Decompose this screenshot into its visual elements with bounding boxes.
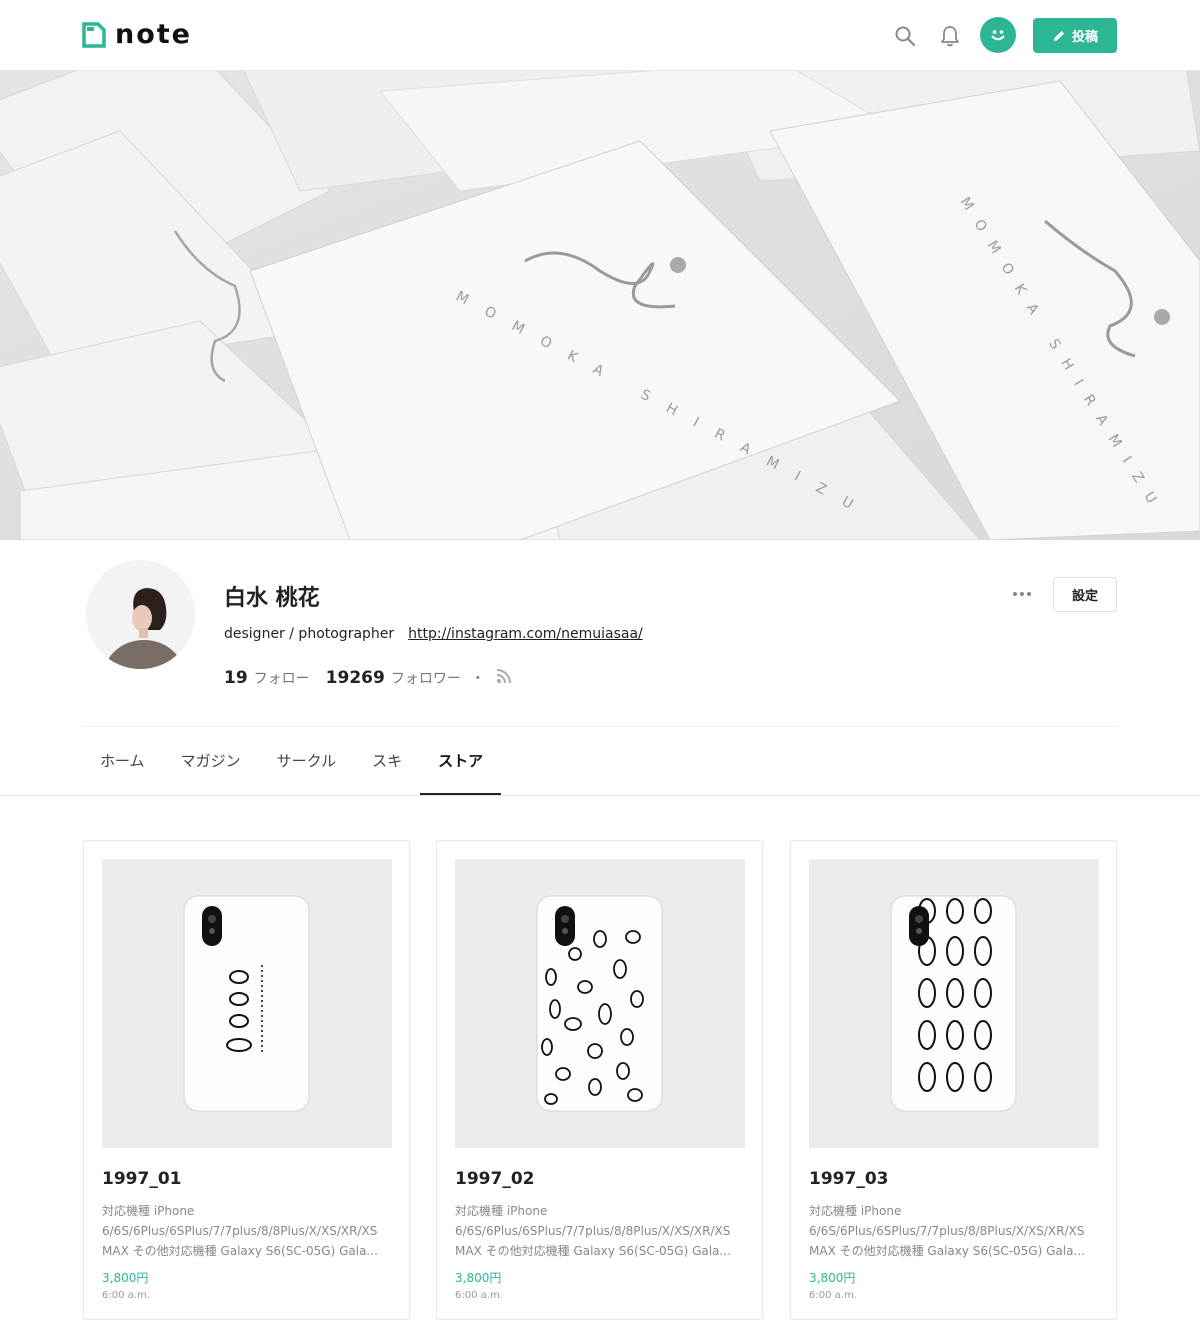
product-card[interactable]: 1997_03 対応機種 iPhone 6/6S/6Plus/6SPlus/7/… bbox=[790, 840, 1117, 1320]
follow-label[interactable]: フォロー bbox=[254, 668, 310, 688]
note-logo-icon bbox=[82, 22, 106, 48]
tab-store[interactable]: ストア bbox=[420, 740, 502, 795]
product-description: 対応機種 iPhone 6/6S/6Plus/6SPlus/7/7plus/8/… bbox=[809, 1204, 1085, 1258]
post-button[interactable]: 投稿 bbox=[1033, 18, 1117, 53]
product-title[interactable]: 1997_02 bbox=[455, 1169, 534, 1189]
profile-divider bbox=[82, 726, 1118, 727]
pencil-icon bbox=[1053, 30, 1064, 41]
tabs-divider bbox=[0, 795, 1200, 796]
profile-bio: designer / photographer http://instagram… bbox=[224, 626, 643, 642]
product-time: 6:00 a.m. bbox=[102, 1290, 150, 1301]
product-time: 6:00 a.m. bbox=[455, 1290, 503, 1301]
product-card[interactable]: 1997_01 対応機種 iPhone 6/6S/6Plus/6SPlus/7/… bbox=[83, 840, 410, 1320]
logo-text: note bbox=[115, 19, 192, 50]
post-button-label: 投稿 bbox=[1071, 30, 1098, 45]
product-description: 対応機種 iPhone 6/6S/6Plus/6SPlus/7/7plus/8/… bbox=[102, 1204, 378, 1258]
product-time: 6:00 a.m. bbox=[809, 1290, 857, 1301]
stats-separator: ・ bbox=[470, 671, 485, 687]
product-image[interactable] bbox=[102, 859, 392, 1148]
user-avatar-button[interactable] bbox=[980, 17, 1016, 53]
profile-tabs: ホーム マガジン サークル スキ ストア bbox=[82, 740, 502, 795]
follower-count[interactable]: 19269 bbox=[326, 668, 385, 688]
cover-image: MOMOKA SHIRAMIZU MOMOKA SHIRAMIZU bbox=[0, 71, 1200, 540]
product-price: 3,800円 bbox=[102, 1271, 149, 1285]
tab-circle[interactable]: サークル bbox=[259, 740, 355, 795]
bell-icon[interactable] bbox=[936, 22, 964, 50]
site-header: note 投稿 bbox=[0, 0, 1200, 71]
profile-bio-text: designer / photographer bbox=[224, 626, 395, 642]
settings-button[interactable]: 設定 bbox=[1053, 577, 1117, 612]
rss-icon[interactable] bbox=[495, 667, 513, 689]
tab-magazine[interactable]: マガジン bbox=[163, 740, 259, 795]
search-icon[interactable] bbox=[891, 22, 919, 50]
product-image[interactable] bbox=[809, 859, 1099, 1148]
product-price: 3,800円 bbox=[455, 1271, 502, 1285]
product-price: 3,800円 bbox=[809, 1271, 856, 1285]
profile-link[interactable]: http://instagram.com/nemuiasaa/ bbox=[408, 626, 643, 642]
follower-label[interactable]: フォロワー bbox=[391, 668, 461, 688]
product-title[interactable]: 1997_03 bbox=[809, 1169, 888, 1189]
profile-stats: 19 フォロー 19269 フォロワー ・ bbox=[224, 667, 513, 689]
note-logo[interactable]: note bbox=[82, 21, 192, 49]
smile-avatar-icon bbox=[991, 30, 1005, 41]
tab-likes[interactable]: スキ bbox=[354, 740, 420, 795]
more-options-icon[interactable] bbox=[1008, 584, 1036, 604]
profile-avatar[interactable] bbox=[86, 560, 195, 669]
product-title[interactable]: 1997_01 bbox=[102, 1169, 181, 1189]
product-card[interactable]: 1997_02 対応機種 iPhone 6/6S/6Plus/6SPlus/7/… bbox=[436, 840, 763, 1320]
follow-count[interactable]: 19 bbox=[224, 668, 248, 688]
product-image[interactable] bbox=[455, 859, 745, 1148]
product-description: 対応機種 iPhone 6/6S/6Plus/6SPlus/7/7plus/8/… bbox=[455, 1204, 731, 1258]
tab-home[interactable]: ホーム bbox=[82, 740, 163, 795]
profile-name: 白水 桃花 bbox=[224, 586, 320, 611]
